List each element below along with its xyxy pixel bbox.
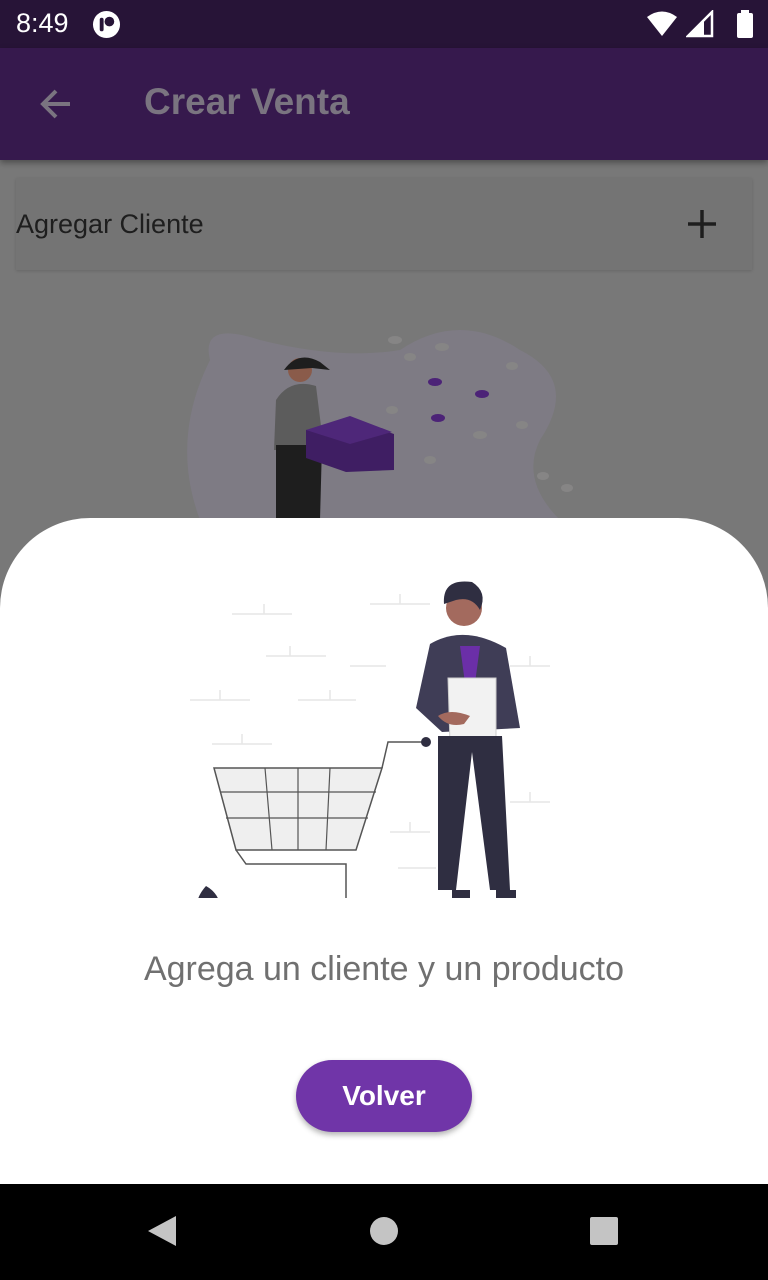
back-triangle-icon[interactable]	[146, 1214, 178, 1248]
add-client-row[interactable]: Agregar Cliente	[16, 178, 752, 270]
plus-icon[interactable]	[684, 206, 720, 242]
shopping-cart-person-illustration	[190, 581, 550, 898]
system-nav-bar	[0, 1184, 768, 1280]
delivery-box-illustration	[187, 330, 573, 520]
arrow-back-icon[interactable]	[36, 84, 76, 124]
page-title: Crear Venta	[144, 81, 350, 122]
battery-icon	[737, 10, 753, 38]
dialog-message: Agrega un cliente y un producto	[143, 950, 625, 988]
signal-icon	[686, 10, 714, 38]
bottom-sheet-dialog: Agrega un cliente y un producto Volver	[0, 518, 768, 1184]
add-client-label: Agregar Cliente	[16, 209, 204, 239]
back-button[interactable]: Volver	[296, 1060, 472, 1132]
status-bar: 8:49	[0, 0, 768, 48]
recents-square-icon[interactable]	[588, 1214, 620, 1248]
app-bar: Crear Venta	[0, 48, 768, 160]
wifi-icon	[647, 11, 677, 36]
home-circle-icon[interactable]	[368, 1214, 400, 1248]
status-time: 8:49	[16, 8, 69, 38]
app-notification-icon	[92, 10, 121, 39]
